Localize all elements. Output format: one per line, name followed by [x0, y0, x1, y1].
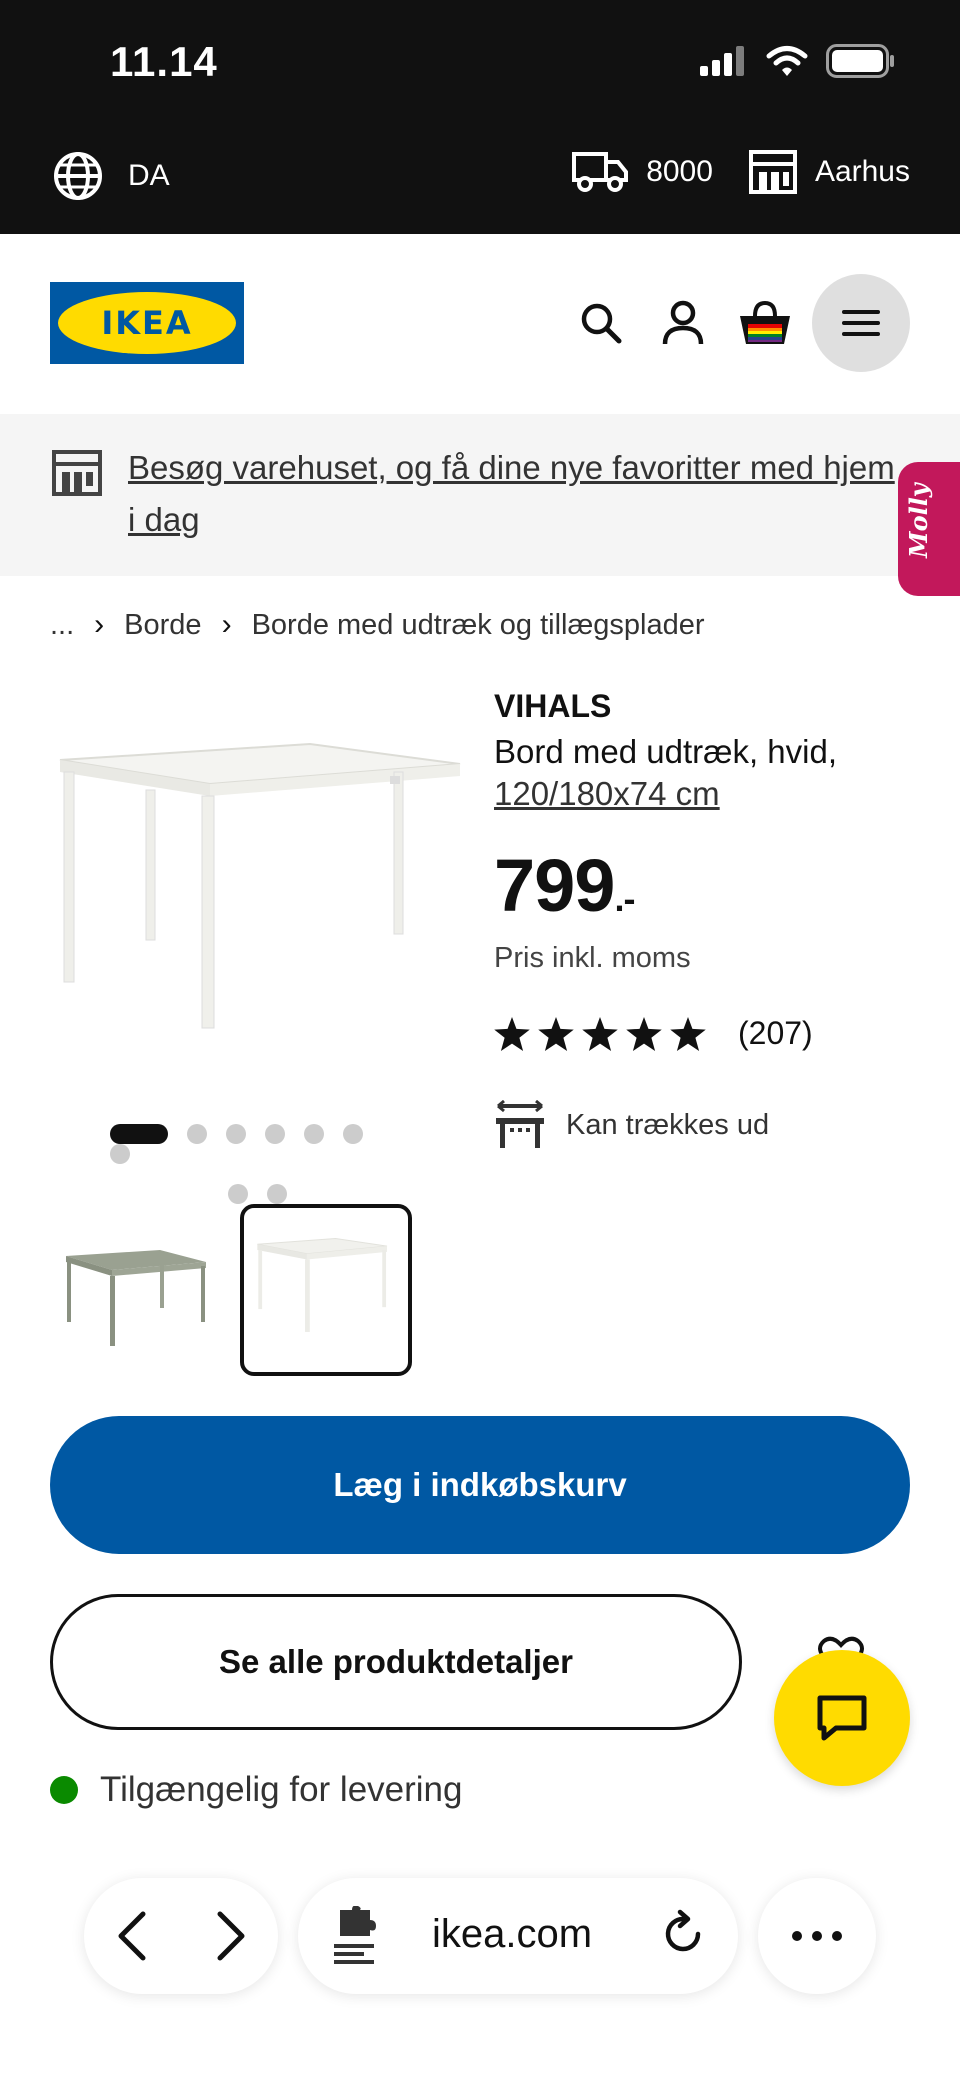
cellular-signal-icon — [700, 46, 744, 76]
postcode-label: 8000 — [646, 155, 713, 188]
carousel-dot[interactable] — [304, 1124, 324, 1144]
utility-bar: DA 8000 Aarhus — [0, 140, 960, 210]
carousel-indicator — [110, 1124, 420, 1204]
status-time: 11.14 — [110, 38, 218, 85]
search-icon — [581, 303, 622, 344]
product-price: 799.- — [494, 843, 914, 928]
status-icons — [700, 44, 896, 78]
review-count: (207) — [738, 1015, 813, 1051]
star-icon — [538, 1016, 574, 1051]
chat-button[interactable] — [774, 1650, 910, 1786]
language-selector[interactable]: DA — [52, 150, 170, 202]
molly-label: Molly — [904, 483, 933, 558]
chevron-right-icon: › — [221, 608, 232, 641]
battery-icon — [826, 44, 894, 78]
see-product-details-button[interactable]: Se alle produktdetaljer — [50, 1594, 742, 1730]
chevron-right-icon: › — [94, 608, 105, 641]
browser-nav-controls — [84, 1878, 278, 1994]
top-bar: 11.14 DA 8000 Aarhus — [0, 0, 960, 234]
language-label: DA — [128, 159, 170, 192]
carousel-dot[interactable] — [226, 1124, 246, 1144]
thumbnail-white-variant[interactable] — [240, 1204, 412, 1376]
product-name: VIHALS — [494, 688, 612, 724]
store-icon — [52, 450, 102, 496]
store-label: Aarhus — [814, 155, 910, 188]
carousel-dot[interactable] — [343, 1124, 363, 1144]
breadcrumb: ... › Borde › Borde med udtræk og tillæg… — [50, 608, 705, 642]
breadcrumb-ellipsis[interactable]: ... — [50, 609, 74, 642]
carousel-dot[interactable] — [265, 1124, 285, 1144]
logo-text: IKEA — [58, 292, 236, 354]
molly-side-tab[interactable]: Molly — [898, 462, 960, 596]
product-dimensions-link[interactable]: 120/180x74 cm — [494, 775, 720, 812]
more-dots-icon — [792, 1931, 842, 1941]
product-rating[interactable]: (207) — [494, 1015, 914, 1052]
search-button[interactable] — [560, 274, 642, 372]
product-description: Bord med udtræk, hvid, 120/180x74 cm — [494, 731, 914, 815]
carousel-dot[interactable] — [267, 1184, 287, 1204]
address-bar[interactable]: ikea.com — [298, 1878, 738, 1994]
product-image[interactable] — [50, 700, 470, 1090]
price-suffix: .- — [614, 878, 635, 919]
globe-icon — [54, 152, 102, 200]
add-to-cart-button[interactable]: Læg i indkøbskurv — [50, 1416, 910, 1554]
hamburger-menu-icon — [842, 310, 880, 336]
more-options-button[interactable] — [758, 1878, 876, 1994]
account-button[interactable] — [642, 274, 724, 372]
browser-toolbar: ikea.com — [0, 1846, 960, 2078]
carousel-dot[interactable] — [110, 1124, 168, 1144]
delivery-postcode[interactable]: 8000 — [572, 150, 713, 194]
url-text: ikea.com — [432, 1912, 593, 1956]
wifi-icon — [766, 46, 808, 76]
breadcrumb-item-current[interactable]: Borde med udtræk og tillægsplader — [252, 609, 705, 642]
star-icon — [494, 1016, 530, 1051]
forward-arrow-icon[interactable] — [212, 1910, 248, 1962]
chat-bubble-icon — [817, 1695, 867, 1741]
feature-label: Kan trækkes ud — [566, 1108, 770, 1141]
back-arrow-icon[interactable] — [115, 1910, 151, 1962]
star-icon — [582, 1016, 618, 1051]
carousel-dot[interactable] — [187, 1124, 207, 1144]
delivery-availability: Tilgængelig for levering — [50, 1770, 463, 1810]
price-value: 799 — [494, 844, 615, 927]
extension-puzzle-icon[interactable] — [332, 1906, 380, 1966]
breadcrumb-item-borde[interactable]: Borde — [124, 609, 201, 642]
store-visit-link[interactable]: Besøg varehuset, og få dine nye favoritt… — [128, 442, 898, 546]
menu-button[interactable] — [812, 274, 910, 372]
cart-button[interactable] — [724, 274, 806, 372]
extendable-table-icon — [496, 1100, 544, 1148]
user-icon — [662, 300, 704, 345]
thumbnail-green-variant[interactable] — [50, 1204, 222, 1376]
truck-icon — [572, 152, 629, 192]
ikea-logo[interactable]: IKEA — [50, 282, 244, 364]
product-type: Bord med udtræk, hvid, — [494, 733, 837, 770]
star-icon — [670, 1016, 706, 1051]
carousel-dot[interactable] — [228, 1184, 248, 1204]
availability-label: Tilgængelig for levering — [100, 1770, 463, 1809]
price-note: Pris inkl. moms — [494, 942, 691, 974]
product-info: VIHALS Bord med udtræk, hvid, 120/180x74… — [494, 688, 914, 1150]
star-icon — [626, 1016, 662, 1051]
carousel-dot[interactable] — [110, 1144, 130, 1164]
store-selector[interactable]: Aarhus — [748, 150, 910, 194]
store-visit-banner: Besøg varehuset, og få dine nye favoritt… — [0, 414, 960, 576]
availability-status-dot — [50, 1776, 78, 1804]
store-icon — [748, 150, 797, 194]
site-header: IKEA — [0, 234, 960, 414]
reload-icon[interactable] — [662, 1908, 706, 1958]
shopping-bag-icon — [740, 300, 790, 344]
product-feature: Kan trækkes ud — [494, 1100, 914, 1150]
